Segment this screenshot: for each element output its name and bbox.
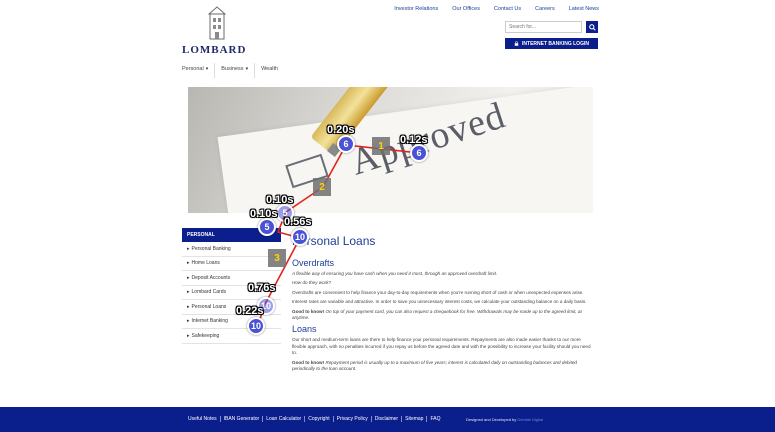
internet-banking-login-label: INTERNET BANKING LOGIN [522, 40, 589, 47]
link-investor-relations[interactable]: Investor Relations [394, 6, 438, 12]
sidebar-item-label: Safekeeping [191, 332, 220, 339]
overdrafts-paragraph-2: Interest rates are variable and attracti… [292, 299, 587, 305]
nav-business[interactable]: Business ▾ [221, 63, 256, 78]
footer-link-faq[interactable]: FAQ [427, 416, 443, 422]
overdrafts-tip: Good to know! On top of your payment car… [292, 309, 592, 322]
sidebar-item-label: Home Loans [191, 260, 220, 267]
nav-wealth[interactable]: Wealth [261, 63, 284, 78]
footer-link-useful-notes[interactable]: Useful Notes [188, 416, 221, 422]
link-contact-us[interactable]: Contact Us [494, 6, 521, 12]
caret-right-icon: ▸ [187, 289, 190, 296]
nav-wealth-label: Wealth [261, 66, 279, 72]
overdrafts-tip-text: On top of your payment card, you can als… [292, 308, 582, 321]
nav-personal[interactable]: Personal ▾ [182, 63, 216, 78]
footer-link-disclaimer[interactable]: Disclaimer [372, 416, 403, 422]
search-input[interactable] [505, 21, 582, 33]
sidebar-item-label: Personal Loans [191, 303, 227, 310]
loans-tip-text: Repayment period is usually up to a maxi… [292, 359, 577, 372]
sidebar-item-home-loans[interactable]: ▸ Home Loans [182, 257, 281, 271]
page-title: Personal Loans [292, 234, 376, 248]
good-to-know-label: Good to know! [292, 308, 325, 314]
main-content: Personal Loans Overdrafts A flexible way… [292, 234, 592, 375]
caret-right-icon: ▸ [187, 274, 190, 281]
sidebar-item-label: Deposit Accounts [191, 274, 231, 281]
developer-link[interactable]: Deloitte Digital [517, 417, 543, 422]
search-icon [588, 23, 596, 31]
link-our-offices[interactable]: Our Offices [452, 6, 480, 12]
nav-business-label: Business [221, 66, 244, 72]
hero-image: Approved [188, 87, 593, 213]
brand-name: LOMBARD [182, 44, 247, 56]
footer-credit: Designed and Developed by Deloitte Digit… [466, 417, 543, 422]
loans-tip: Good to know! Repayment period is usuall… [292, 360, 592, 373]
sidebar-item-personal-loans[interactable]: ▸ Personal Loans [182, 300, 281, 315]
page: LOMBARD Investor Relations Our Offices C… [0, 0, 775, 432]
sidebar-item-label: Lombard Cards [191, 289, 226, 296]
footer: Useful Notes IBAN Generator Loan Calcula… [0, 407, 775, 432]
sidebar-item-deposit-accounts[interactable]: ▸ Deposit Accounts [182, 271, 281, 286]
loans-paragraph-1: Our short and medium-term loans are ther… [292, 337, 591, 356]
footer-link-loan-calculator[interactable]: Loan Calculator [263, 416, 306, 422]
how-heading: How do they work? [292, 280, 332, 286]
footer-credit-text: Designed and Developed by [466, 417, 517, 422]
overdrafts-intro: A flexible way of ensuring you have cash… [292, 271, 498, 276]
sidebar-item-label: Internet Banking [191, 318, 228, 325]
caret-right-icon: ▸ [187, 332, 190, 339]
internet-banking-login-button[interactable]: INTERNET BANKING LOGIN [505, 38, 598, 49]
sidebar-item-label: Personal Banking [191, 245, 231, 252]
lock-icon [514, 41, 519, 46]
sidebar: PERSONAL ▸ Personal Banking ▸ Home Loans ▸… [182, 228, 281, 344]
search-button[interactable] [586, 21, 598, 33]
main-nav: Personal ▾ Business ▾ Wealth [182, 63, 290, 78]
building-logo-icon [208, 6, 226, 40]
top-links: Investor Relations Our Offices Contact U… [394, 6, 599, 12]
caret-right-icon: ▸ [187, 303, 190, 310]
overdrafts-heading: Overdrafts [292, 258, 335, 268]
footer-link-copyright[interactable]: Copyright [305, 416, 334, 422]
link-latest-news[interactable]: Latest News [569, 6, 599, 12]
caret-right-icon: ▸ [187, 245, 190, 252]
sidebar-item-internet-banking[interactable]: ▸ Internet Banking [182, 315, 281, 329]
footer-links: Useful Notes IBAN Generator Loan Calcula… [188, 416, 443, 422]
caret-right-icon: ▸ [187, 318, 190, 325]
time-label: 0.56s [284, 216, 312, 228]
sidebar-heading: PERSONAL [182, 228, 281, 242]
footer-link-iban-generator[interactable]: IBAN Generator [221, 416, 264, 422]
sidebar-item-personal-banking[interactable]: ▸ Personal Banking [182, 242, 281, 257]
sidebar-item-lombard-cards[interactable]: ▸ Lombard Cards [182, 286, 281, 300]
footer-link-sitemap[interactable]: Sitemap [402, 416, 428, 422]
caret-down-icon: ▾ [205, 66, 209, 72]
loans-heading: Loans [292, 324, 317, 335]
footer-link-privacy-policy[interactable]: Privacy Policy [334, 416, 372, 422]
sidebar-item-safekeeping[interactable]: ▸ Safekeeping [182, 329, 281, 344]
caret-right-icon: ▸ [187, 260, 190, 267]
link-careers[interactable]: Careers [535, 6, 555, 12]
nav-personal-label: Personal [182, 66, 204, 72]
lombard-logo[interactable]: LOMBARD [182, 6, 254, 56]
caret-down-icon: ▾ [245, 66, 249, 72]
good-to-know-label: Good to know! [292, 359, 325, 365]
overdrafts-paragraph-1: Overdrafts are convenient to help financ… [292, 289, 584, 295]
